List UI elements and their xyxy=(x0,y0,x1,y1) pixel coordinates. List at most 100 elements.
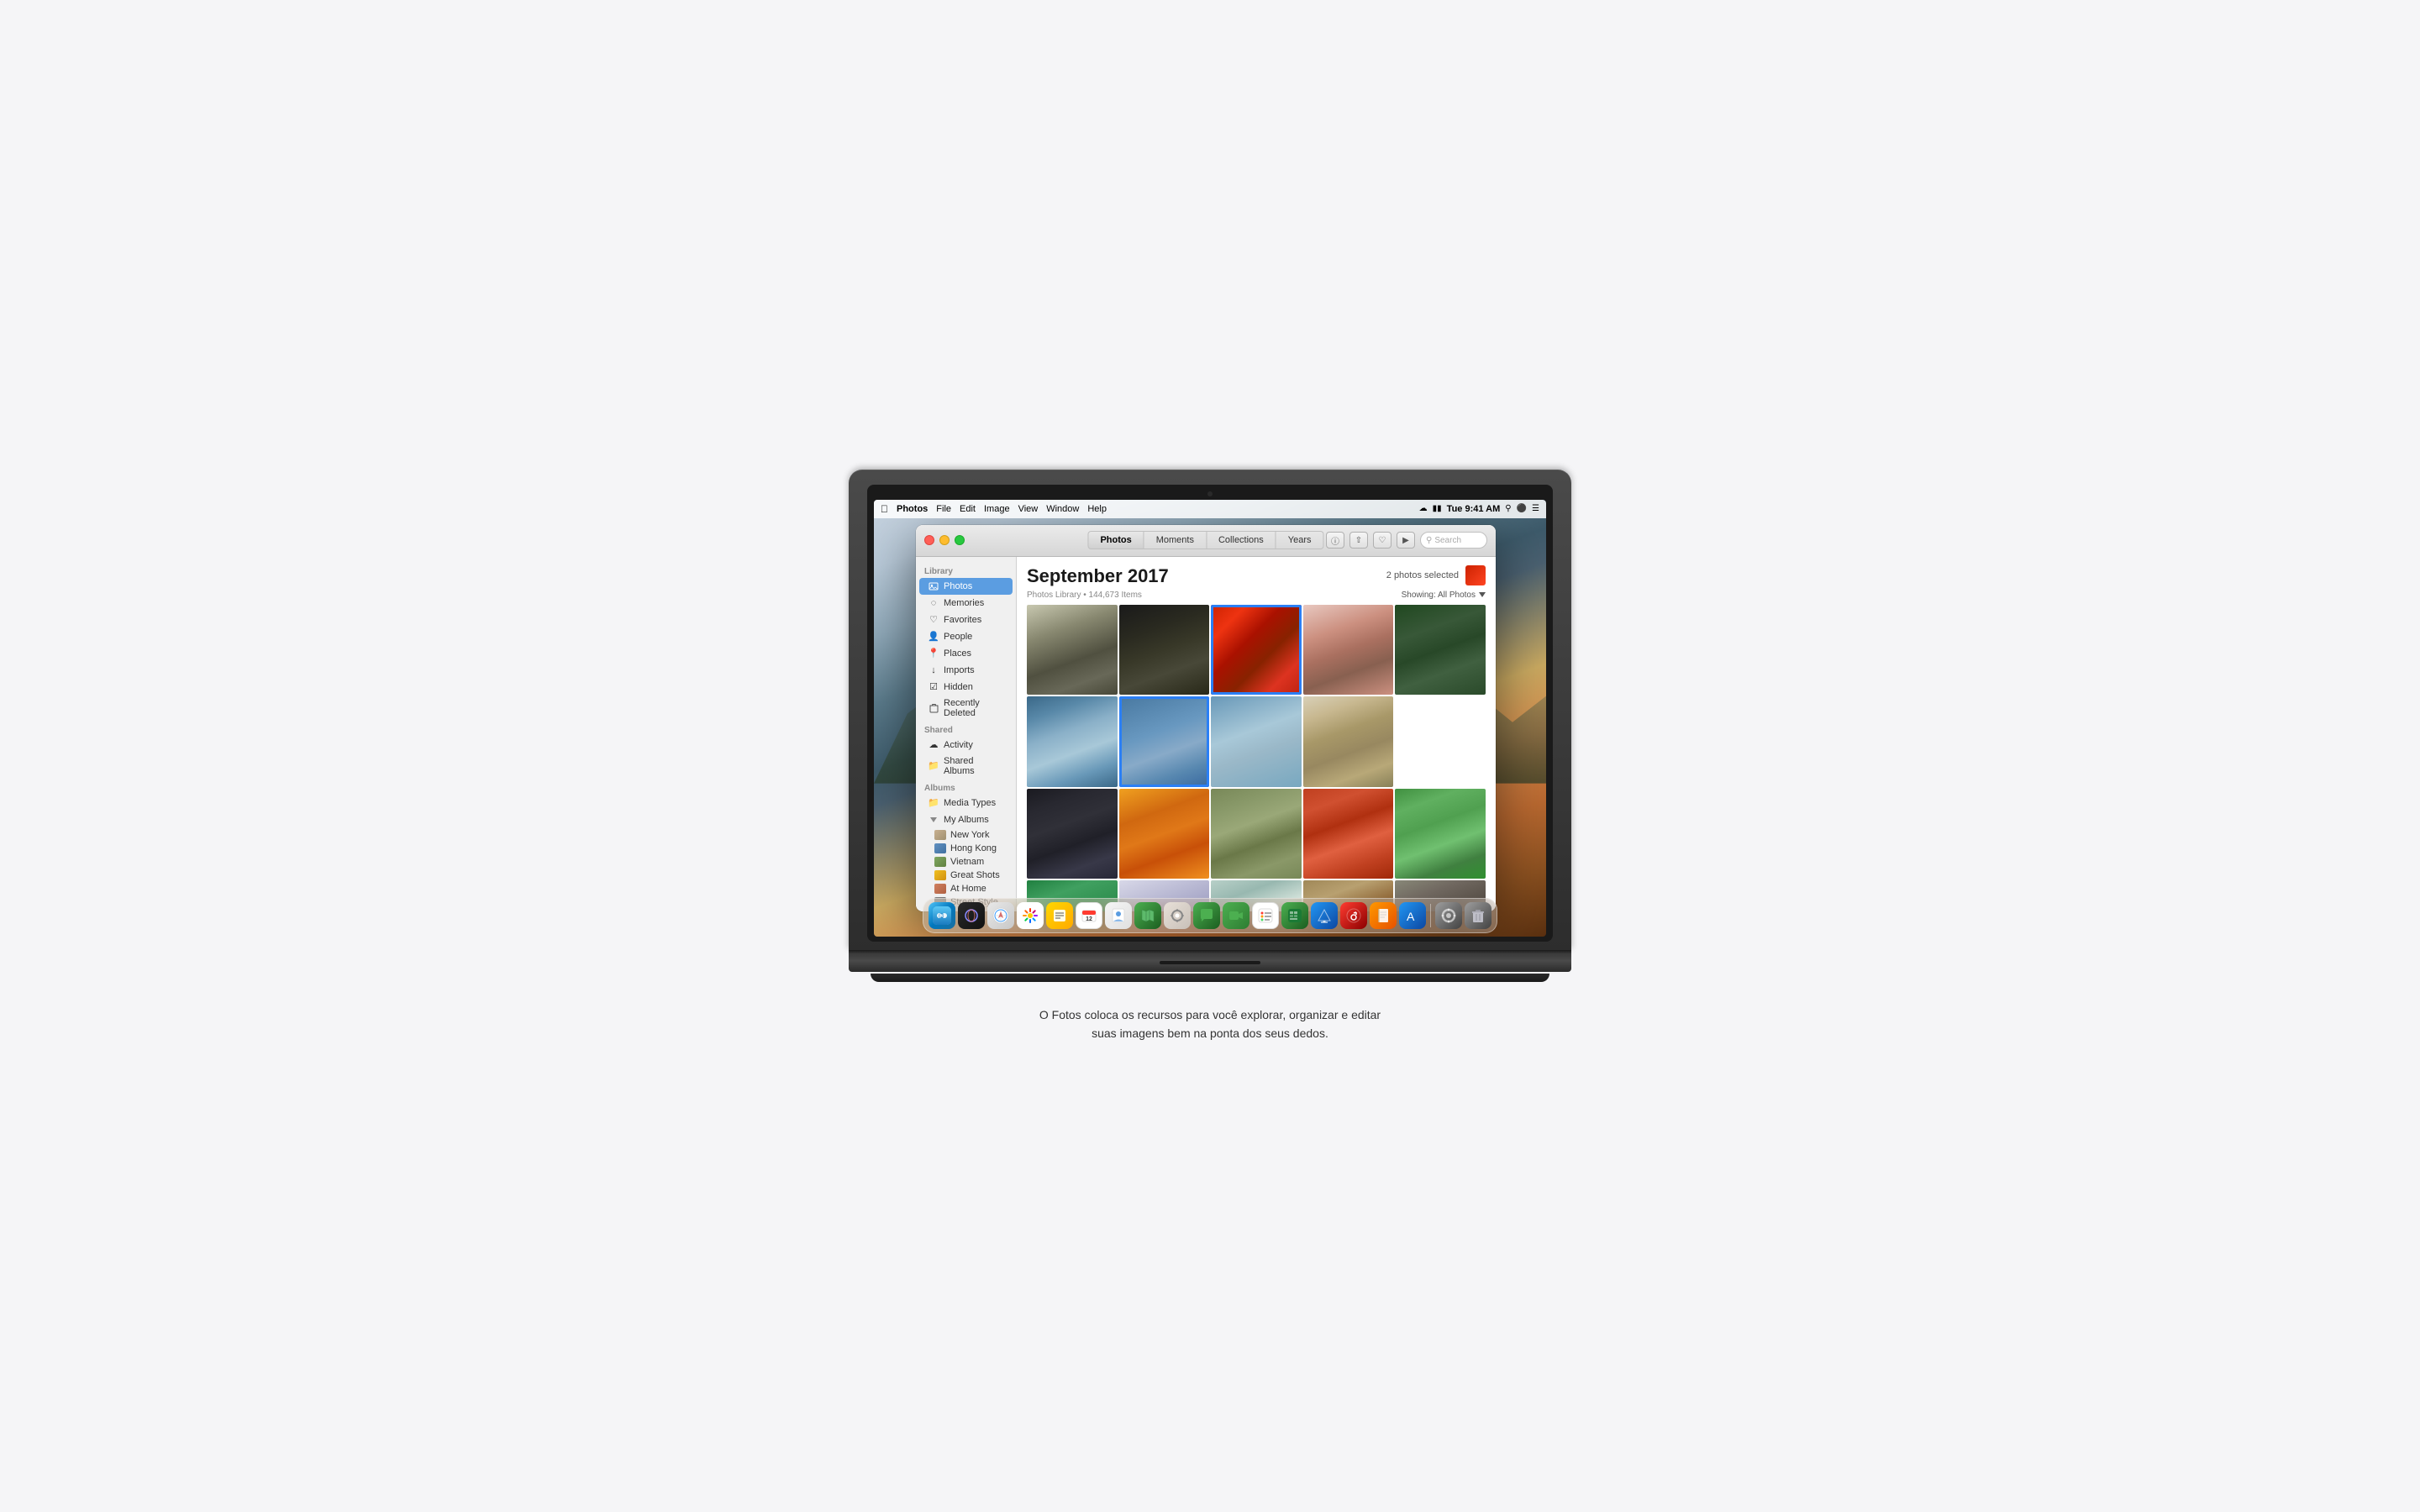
search-box[interactable]: ⚲ Search xyxy=(1420,532,1487,549)
help-menu[interactable]: Help xyxy=(1087,504,1107,514)
dock-icon-finder[interactable]: ☺ xyxy=(929,902,955,929)
my-albums-expand-icon xyxy=(928,814,939,826)
search-menubar-icon[interactable]: ⚲ xyxy=(1505,504,1511,513)
sidebar-vietnam-label: Vietnam xyxy=(950,857,984,867)
dock-icon-photos-app[interactable] xyxy=(1017,902,1044,929)
sidebar-item-people[interactable]: 👤 People xyxy=(919,628,1013,645)
dock-icon-itunes[interactable] xyxy=(1340,902,1367,929)
dock-icon-messages[interactable] xyxy=(1193,902,1220,929)
tab-moments[interactable]: Moments xyxy=(1144,531,1207,549)
dock-icon-contacts[interactable] xyxy=(1105,902,1132,929)
sidebar-item-vietnam[interactable]: Vietnam xyxy=(916,855,1016,869)
sidebar-item-great-shots[interactable]: Great Shots xyxy=(916,869,1016,882)
tab-years[interactable]: Years xyxy=(1276,531,1324,549)
photo-cell[interactable] xyxy=(1211,696,1302,787)
sidebar: Library Photos ◌ Memories xyxy=(916,557,1017,911)
library-stats: Photos Library • 144,673 Items xyxy=(1027,591,1142,600)
macbook-lid:  Photos File Edit Image View Window Hel… xyxy=(849,470,1571,950)
trash-sidebar-icon xyxy=(928,702,939,714)
slideshow-button[interactable]: ▶ xyxy=(1397,532,1415,549)
dock-icon-ibooks[interactable] xyxy=(1370,902,1397,929)
sidebar-item-hong-kong[interactable]: Hong Kong xyxy=(916,842,1016,855)
siri-icon[interactable]: ⚫ xyxy=(1517,504,1527,513)
window-menu[interactable]: Window xyxy=(1046,504,1079,514)
svg-text:A: A xyxy=(1407,910,1415,923)
dock-icon-system-prefs[interactable] xyxy=(1435,902,1462,929)
dock-icon-appstore[interactable]: A xyxy=(1399,902,1426,929)
close-button[interactable] xyxy=(924,535,934,545)
dock-icon-siri[interactable] xyxy=(958,902,985,929)
sidebar-at-home-label: At Home xyxy=(950,884,986,894)
photo-cell[interactable] xyxy=(1119,605,1210,696)
dock-icon-safari[interactable] xyxy=(987,902,1014,929)
showing-filter[interactable]: Showing: All Photos xyxy=(1402,591,1486,600)
image-menu[interactable]: Image xyxy=(984,504,1010,514)
great-shots-thumb xyxy=(934,870,946,880)
hidden-icon: ☑ xyxy=(928,681,939,693)
sidebar-item-shared-albums[interactable]: 📁 Shared Albums xyxy=(919,753,1013,779)
activity-icon: ☁ xyxy=(928,739,939,751)
file-menu[interactable]: File xyxy=(936,504,951,514)
hong-kong-thumb xyxy=(934,843,946,853)
sidebar-item-hidden[interactable]: ☑ Hidden xyxy=(919,679,1013,696)
shared-albums-icon: 📁 xyxy=(928,760,939,772)
sidebar-activity-label: Activity xyxy=(944,740,973,750)
share-button[interactable]: ⇧ xyxy=(1349,532,1368,549)
desktop-background:  Photos File Edit Image View Window Hel… xyxy=(874,500,1546,937)
showing-label: Showing: All Photos xyxy=(1402,591,1476,600)
dock-icon-keynote[interactable] xyxy=(1311,902,1338,929)
control-strip-icon[interactable]: ☰ xyxy=(1532,504,1539,513)
dock-icon-numbers[interactable] xyxy=(1281,902,1308,929)
macbook-base xyxy=(849,953,1571,972)
caption-line2: suas imagens bem na ponta dos seus dedos… xyxy=(1039,1024,1381,1042)
photo-cell[interactable] xyxy=(1211,789,1302,879)
sidebar-item-media-types[interactable]: 📁 Media Types xyxy=(919,795,1013,811)
app-name-menu[interactable]: Photos xyxy=(897,504,928,514)
maximize-button[interactable] xyxy=(955,535,965,545)
photo-cell[interactable] xyxy=(1395,696,1486,787)
photo-cell[interactable] xyxy=(1303,789,1394,879)
content-area: Library Photos ◌ Memories xyxy=(916,557,1496,911)
photo-cell[interactable] xyxy=(1027,789,1118,879)
dock-icon-facetime[interactable] xyxy=(1223,902,1249,929)
heart-button[interactable]: ♡ xyxy=(1373,532,1392,549)
sidebar-item-memories[interactable]: ◌ Memories xyxy=(919,595,1013,612)
dock-icon-calendar[interactable]: 12 xyxy=(1076,902,1102,929)
sidebar-item-my-albums[interactable]: My Albums xyxy=(919,811,1013,828)
tab-collections[interactable]: Collections xyxy=(1207,531,1276,549)
tab-bar: Photos Moments Collections Years xyxy=(1087,531,1323,549)
tab-photos[interactable]: Photos xyxy=(1087,531,1144,549)
dock-icon-trash[interactable] xyxy=(1465,902,1491,929)
menubar-right: ☁ ▮▮ Tue 9:41 AM ⚲ ⚫ ☰ xyxy=(1419,504,1539,514)
view-menu[interactable]: View xyxy=(1018,504,1039,514)
dock-icon-notes[interactable] xyxy=(1046,902,1073,929)
photo-cell[interactable] xyxy=(1303,605,1394,696)
minimize-button[interactable] xyxy=(939,535,950,545)
sidebar-item-at-home[interactable]: At Home xyxy=(916,882,1016,895)
svg-text:12: 12 xyxy=(1086,916,1092,922)
sidebar-item-new-york[interactable]: New York xyxy=(916,828,1016,842)
sidebar-item-places[interactable]: 📍 Places xyxy=(919,645,1013,662)
photo-cell[interactable] xyxy=(1027,605,1118,696)
sidebar-item-activity[interactable]: ☁ Activity xyxy=(919,737,1013,753)
photo-cell[interactable] xyxy=(1119,789,1210,879)
photo-grid xyxy=(1027,605,1486,911)
photo-cell-selected[interactable] xyxy=(1211,605,1302,696)
photo-cell[interactable] xyxy=(1303,696,1394,787)
photo-cell[interactable] xyxy=(1027,696,1118,787)
sidebar-item-photos[interactable]: Photos xyxy=(919,578,1013,595)
edit-menu[interactable]: Edit xyxy=(960,504,976,514)
dock-icon-maps[interactable] xyxy=(1134,902,1161,929)
photo-image xyxy=(1027,696,1118,787)
photo-cell[interactable] xyxy=(1395,789,1486,879)
sidebar-item-imports[interactable]: ↓ Imports xyxy=(919,662,1013,679)
svg-text:☺: ☺ xyxy=(937,911,945,921)
sidebar-item-favorites[interactable]: ♡ Favorites xyxy=(919,612,1013,628)
photo-cell-selected[interactable] xyxy=(1119,696,1210,787)
photo-cell[interactable] xyxy=(1395,605,1486,696)
search-icon: ⚲ xyxy=(1426,536,1432,545)
dock-icon-reminders[interactable] xyxy=(1252,902,1279,929)
info-button[interactable]: ⓘ xyxy=(1326,532,1344,549)
dock-icon-prefs[interactable] xyxy=(1164,902,1191,929)
sidebar-item-recently-deleted[interactable]: Recently Deleted xyxy=(919,696,1013,721)
